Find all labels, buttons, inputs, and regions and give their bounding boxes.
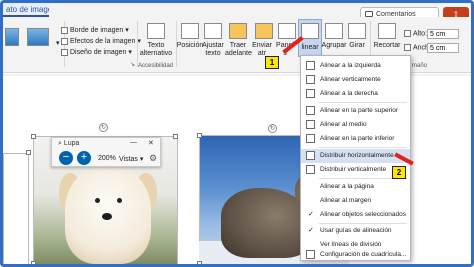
zoom-out-button[interactable]: − bbox=[59, 151, 73, 165]
align-label: linear bbox=[301, 44, 319, 51]
menu-item-align-middle[interactable]: Alinear al medio bbox=[301, 118, 410, 132]
puppy-nose bbox=[102, 213, 112, 220]
crop-icon bbox=[378, 23, 396, 39]
resize-handle[interactable] bbox=[173, 134, 178, 139]
menu-item-align-bottom[interactable]: Alinear en la parte inferior bbox=[301, 132, 410, 146]
align-top-icon bbox=[306, 106, 315, 115]
align-bottom-icon bbox=[306, 134, 315, 143]
height-input[interactable]: 5 cm bbox=[427, 29, 459, 39]
menu-item-align-left[interactable]: Alinear a la izquierda bbox=[301, 59, 410, 73]
tab-picture-format[interactable]: ato de imagen bbox=[3, 3, 49, 17]
send-backward-icon bbox=[255, 23, 273, 39]
bring-forward-button[interactable]: Traer adelante bbox=[225, 42, 252, 58]
rotate-button[interactable]: Girar bbox=[345, 42, 369, 50]
puppy-eye bbox=[95, 198, 100, 203]
style-thumbnail-2[interactable] bbox=[27, 28, 49, 46]
selection-pane-icon bbox=[278, 23, 296, 39]
wrap-text-button[interactable]: Ajustar texto bbox=[200, 42, 226, 58]
gallery-scroll[interactable]: ▾ bbox=[56, 39, 60, 47]
effects-icon bbox=[61, 37, 68, 45]
checkmark-icon: ✓ bbox=[308, 227, 314, 234]
screenshot-frame: ato de imagen Comentarios ⇧ ▾ Borde de i… bbox=[0, 0, 474, 267]
minimize-button[interactable]: — bbox=[130, 139, 137, 146]
align-left-icon bbox=[306, 61, 315, 70]
layout-icon bbox=[61, 48, 68, 56]
bring-forward-icon bbox=[229, 23, 247, 39]
menu-item-grid-settings[interactable]: Configuración de cuadrícula... bbox=[301, 249, 410, 263]
resize-handle[interactable] bbox=[31, 261, 36, 264]
menu-item-align-right[interactable]: Alinear a la derecha bbox=[301, 87, 410, 101]
menu-item-align-top[interactable]: Alinear en la parte superior bbox=[301, 104, 410, 118]
position-icon bbox=[181, 23, 199, 39]
checkmark-icon: ✓ bbox=[308, 211, 314, 218]
rotate-handle-icon[interactable]: ↻ bbox=[268, 124, 277, 133]
alt-text-button[interactable]: Texto alternativo bbox=[138, 42, 174, 58]
align-icon bbox=[301, 23, 319, 39]
group-button[interactable]: Agrupar bbox=[321, 42, 347, 50]
alt-text-icon bbox=[147, 23, 165, 39]
callout-badge-1: 1 bbox=[265, 56, 279, 69]
accessibility-group-label: Accesibilidad bbox=[138, 63, 174, 69]
gear-icon[interactable]: ⚙ bbox=[149, 153, 157, 164]
rotate-icon bbox=[348, 23, 366, 39]
resize-handle[interactable] bbox=[197, 133, 202, 138]
menu-item-align-center[interactable]: Alinear verticalmente bbox=[301, 73, 410, 87]
width-input[interactable]: 5 cm bbox=[427, 43, 459, 53]
group-icon bbox=[325, 23, 343, 39]
zoom-in-button[interactable]: + bbox=[77, 151, 91, 165]
magnifier-window[interactable]: ⌕ Lupa — ✕ − + 200% Vistas ▾ ⚙ bbox=[51, 137, 161, 167]
align-middle-icon bbox=[306, 120, 315, 129]
zoom-level: 200% bbox=[98, 155, 116, 162]
menu-item-align-selected-objects[interactable]: ✓ Alinear objetos seleccionados bbox=[301, 208, 410, 222]
close-button[interactable]: ✕ bbox=[148, 139, 154, 147]
callout-badge-2: 2 bbox=[392, 166, 406, 179]
magnifier-title: ⌕ Lupa bbox=[58, 140, 80, 147]
height-icon bbox=[404, 30, 411, 37]
align-center-icon bbox=[306, 75, 315, 84]
height-label: Alto: bbox=[404, 30, 427, 37]
picture-border-button[interactable]: Borde de imagen ▾ bbox=[61, 26, 129, 34]
grid-icon bbox=[306, 250, 315, 259]
width-icon bbox=[404, 44, 411, 51]
resize-handle[interactable] bbox=[26, 150, 31, 155]
wrap-text-icon bbox=[204, 23, 222, 39]
menu-item-align-to-margin[interactable]: Alinear al margen bbox=[301, 194, 410, 208]
rotate-handle-icon[interactable]: ↻ bbox=[99, 123, 108, 132]
size-group-label: maño bbox=[412, 63, 428, 69]
style-thumbnail-1[interactable] bbox=[5, 28, 19, 46]
align-dropdown-menu: Alinear a la izquierda Alinear verticalm… bbox=[300, 55, 411, 261]
resize-handle[interactable] bbox=[31, 134, 36, 139]
puppy-eye bbox=[117, 198, 122, 203]
menu-item-use-alignment-guides[interactable]: ✓ Usar guías de alineación bbox=[301, 224, 410, 238]
distribute-horizontally-icon bbox=[306, 151, 315, 160]
align-right-icon bbox=[306, 89, 315, 98]
distribute-vertically-icon bbox=[306, 165, 315, 174]
picture-effects-button[interactable]: Efectos de la imagen ▾ bbox=[61, 37, 141, 45]
resize-handle[interactable] bbox=[197, 261, 202, 264]
crop-button[interactable]: Recortar bbox=[371, 42, 403, 50]
views-dropdown[interactable]: Vistas ▾ bbox=[119, 155, 143, 163]
dialog-launcher[interactable]: ↘ bbox=[130, 61, 135, 68]
menu-item-align-to-page[interactable]: Alinear a la página bbox=[301, 180, 410, 194]
picture-layout-button[interactable]: Diseño de imagen ▾ bbox=[61, 48, 132, 56]
pen-icon bbox=[61, 26, 68, 34]
picture-left-partial[interactable] bbox=[3, 153, 29, 264]
